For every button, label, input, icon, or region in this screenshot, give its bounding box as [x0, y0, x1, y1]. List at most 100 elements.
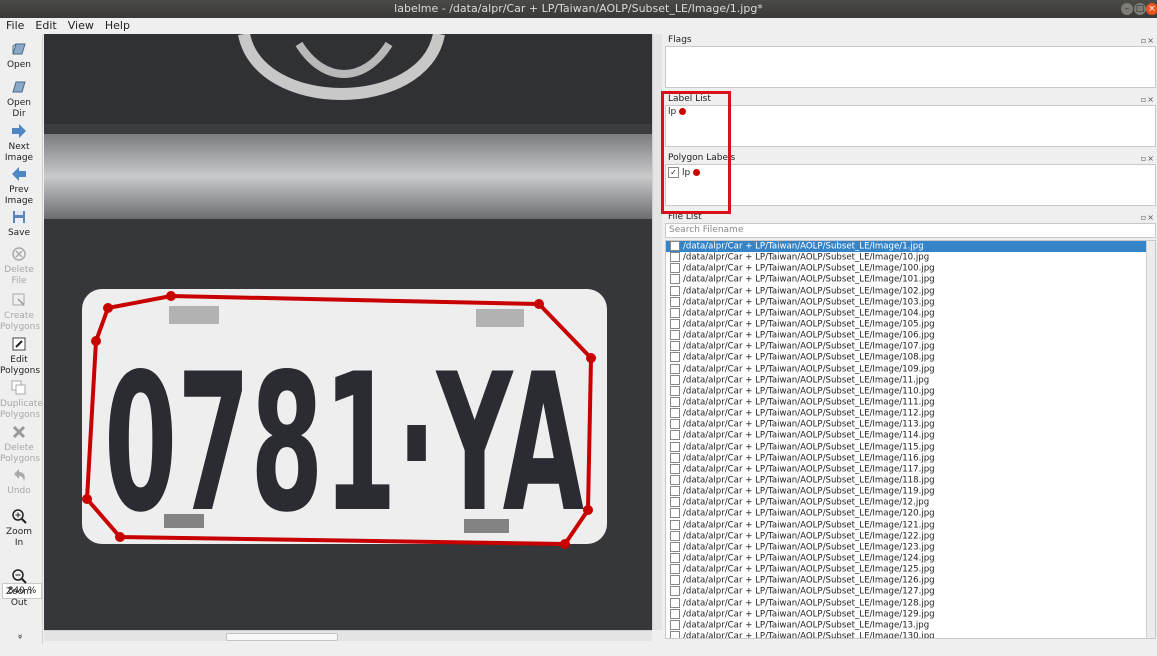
- file-checkbox[interactable]: [670, 274, 680, 285]
- file-list-item[interactable]: /data/alpr/Car + LP/Taiwan/AOLP/Subset_L…: [666, 430, 1155, 441]
- menu-file[interactable]: File: [0, 18, 29, 33]
- file-checkbox[interactable]: [670, 263, 680, 274]
- file-list-item[interactable]: /data/alpr/Car + LP/Taiwan/AOLP/Subset_L…: [666, 241, 1155, 253]
- file-checkbox[interactable]: [670, 441, 680, 452]
- file-checkbox[interactable]: [670, 307, 680, 318]
- file-checkbox[interactable]: [670, 296, 680, 307]
- maximize-icon[interactable]: □: [1134, 3, 1146, 15]
- file-list-item[interactable]: /data/alpr/Car + LP/Taiwan/AOLP/Subset_L…: [666, 441, 1155, 453]
- edit-polygons-button[interactable]: Edit Polygons: [0, 335, 40, 377]
- file-list-item[interactable]: /data/alpr/Car + LP/Taiwan/AOLP/Subset_L…: [666, 530, 1155, 542]
- file-checkbox[interactable]: [670, 575, 680, 586]
- file-checkbox[interactable]: [670, 552, 680, 563]
- file-checkbox[interactable]: [670, 530, 680, 541]
- file-list-item[interactable]: /data/alpr/Car + LP/Taiwan/AOLP/Subset_L…: [666, 541, 1155, 553]
- file-checkbox[interactable]: [670, 497, 680, 508]
- open-dir-button[interactable]: Open Dir: [0, 78, 38, 120]
- file-checkbox[interactable]: [670, 508, 680, 519]
- file-list-item[interactable]: /data/alpr/Car + LP/Taiwan/AOLP/Subset_L…: [666, 575, 1155, 586]
- minimize-icon[interactable]: –: [1121, 3, 1133, 15]
- menu-view[interactable]: View: [62, 18, 99, 33]
- list-item[interactable]: lp: [666, 106, 1155, 118]
- file-checkbox[interactable]: [670, 452, 680, 463]
- file-list-item[interactable]: /data/alpr/Car + LP/Taiwan/AOLP/Subset_L…: [666, 363, 1155, 375]
- file-list-item[interactable]: /data/alpr/Car + LP/Taiwan/AOLP/Subset_L…: [666, 497, 1155, 508]
- file-list-item[interactable]: /data/alpr/Car + LP/Taiwan/AOLP/Subset_L…: [666, 419, 1155, 430]
- next-image-button[interactable]: Next Image: [0, 122, 38, 164]
- toolbar-more-button[interactable]: »: [0, 631, 38, 642]
- file-checkbox[interactable]: [670, 408, 680, 419]
- file-checkbox[interactable]: [670, 564, 680, 575]
- canvas-horizontal-scrollbar[interactable]: [44, 630, 652, 641]
- file-list-item[interactable]: /data/alpr/Car + LP/Taiwan/AOLP/Subset_L…: [666, 307, 1155, 319]
- file-list-item[interactable]: /data/alpr/Car + LP/Taiwan/AOLP/Subset_L…: [666, 508, 1155, 519]
- file-checkbox[interactable]: [670, 586, 680, 597]
- file-list-item[interactable]: /data/alpr/Car + LP/Taiwan/AOLP/Subset_L…: [666, 285, 1155, 297]
- file-list-scrollbar[interactable]: [1146, 241, 1155, 638]
- dock-float-close-icon[interactable]: ▫×: [1141, 153, 1155, 165]
- file-checkbox[interactable]: [670, 597, 680, 608]
- file-checkbox[interactable]: [670, 341, 680, 352]
- file-list-item[interactable]: /data/alpr/Car + LP/Taiwan/AOLP/Subset_L…: [666, 552, 1155, 564]
- file-list-item[interactable]: /data/alpr/Car + LP/Taiwan/AOLP/Subset_L…: [666, 486, 1155, 497]
- file-checkbox[interactable]: [670, 541, 680, 552]
- menu-help[interactable]: Help: [99, 18, 135, 33]
- file-checkbox[interactable]: [670, 285, 680, 296]
- create-polygons-button[interactable]: Create Polygons: [0, 291, 40, 333]
- file-list-item[interactable]: /data/alpr/Car + LP/Taiwan/AOLP/Subset_L…: [666, 318, 1155, 330]
- file-list-item[interactable]: /data/alpr/Car + LP/Taiwan/AOLP/Subset_L…: [666, 330, 1155, 341]
- canvas-vertical-scrollbar[interactable]: [652, 34, 662, 630]
- file-list-item[interactable]: /data/alpr/Car + LP/Taiwan/AOLP/Subset_L…: [666, 385, 1155, 397]
- file-checkbox[interactable]: [670, 252, 680, 263]
- zoom-out-button[interactable]: Zoom Out: [0, 567, 38, 609]
- file-list-item[interactable]: /data/alpr/Car + LP/Taiwan/AOLP/Subset_L…: [666, 408, 1155, 419]
- file-list-item[interactable]: /data/alpr/Car + LP/Taiwan/AOLP/Subset_L…: [666, 352, 1155, 363]
- undo-button[interactable]: Undo: [0, 466, 38, 497]
- zoom-in-button[interactable]: Zoom In: [0, 507, 38, 549]
- file-checkbox[interactable]: [670, 318, 680, 329]
- file-list-item[interactable]: /data/alpr/Car + LP/Taiwan/AOLP/Subset_L…: [666, 597, 1155, 609]
- file-checkbox[interactable]: [670, 330, 680, 341]
- file-list-item[interactable]: /data/alpr/Car + LP/Taiwan/AOLP/Subset_L…: [666, 341, 1155, 352]
- file-checkbox[interactable]: [670, 608, 680, 619]
- file-list-item[interactable]: /data/alpr/Car + LP/Taiwan/AOLP/Subset_L…: [666, 452, 1155, 464]
- close-icon[interactable]: ×: [1146, 3, 1157, 15]
- file-checkbox[interactable]: [670, 419, 680, 430]
- file-checkbox[interactable]: [670, 519, 680, 530]
- file-list-item[interactable]: /data/alpr/Car + LP/Taiwan/AOLP/Subset_L…: [666, 374, 1155, 386]
- file-list-item[interactable]: /data/alpr/Car + LP/Taiwan/AOLP/Subset_L…: [666, 474, 1155, 486]
- file-list-item[interactable]: /data/alpr/Car + LP/Taiwan/AOLP/Subset_L…: [666, 396, 1155, 408]
- file-checkbox[interactable]: [670, 630, 680, 638]
- file-list-item[interactable]: /data/alpr/Car + LP/Taiwan/AOLP/Subset_L…: [666, 263, 1155, 274]
- file-list-item[interactable]: /data/alpr/Car + LP/Taiwan/AOLP/Subset_L…: [666, 463, 1155, 475]
- menu-edit[interactable]: Edit: [29, 18, 61, 33]
- file-checkbox[interactable]: [670, 363, 680, 374]
- dock-float-close-icon[interactable]: ▫×: [1141, 212, 1155, 224]
- file-checkbox[interactable]: [670, 486, 680, 497]
- file-checkbox[interactable]: [670, 474, 680, 485]
- file-checkbox[interactable]: [670, 430, 680, 441]
- dock-float-close-icon[interactable]: ▫×: [1141, 94, 1155, 106]
- duplicate-polygons-button[interactable]: Duplicate Polygons: [0, 379, 43, 421]
- file-list-item[interactable]: /data/alpr/Car + LP/Taiwan/AOLP/Subset_L…: [666, 274, 1155, 285]
- image-canvas[interactable]: 0781·YA: [44, 34, 652, 630]
- file-list-item[interactable]: /data/alpr/Car + LP/Taiwan/AOLP/Subset_L…: [666, 519, 1155, 531]
- file-list-item[interactable]: /data/alpr/Car + LP/Taiwan/AOLP/Subset_L…: [666, 586, 1155, 597]
- file-list-item[interactable]: /data/alpr/Car + LP/Taiwan/AOLP/Subset_L…: [666, 564, 1155, 575]
- file-checkbox[interactable]: [670, 241, 680, 251]
- file-checkbox[interactable]: [670, 396, 680, 407]
- search-filename-input[interactable]: Search Filename: [665, 223, 1156, 238]
- polygon-visible-checkbox[interactable]: ✓: [668, 167, 679, 178]
- prev-image-button[interactable]: Prev Image: [0, 165, 38, 207]
- file-checkbox[interactable]: [670, 463, 680, 474]
- file-checkbox[interactable]: [670, 374, 680, 385]
- delete-polygons-button[interactable]: Delete Polygons: [0, 423, 40, 465]
- save-button[interactable]: Save: [0, 208, 38, 239]
- open-button[interactable]: Open: [0, 40, 38, 71]
- file-list-item[interactable]: /data/alpr/Car + LP/Taiwan/AOLP/Subset_L…: [666, 630, 1155, 638]
- file-list-item[interactable]: /data/alpr/Car + LP/Taiwan/AOLP/Subset_L…: [666, 296, 1155, 308]
- file-checkbox[interactable]: [670, 352, 680, 363]
- delete-file-button[interactable]: Delete File: [0, 245, 38, 287]
- list-item[interactable]: ✓ lp: [666, 167, 1155, 179]
- scroll-thumb[interactable]: [226, 633, 338, 641]
